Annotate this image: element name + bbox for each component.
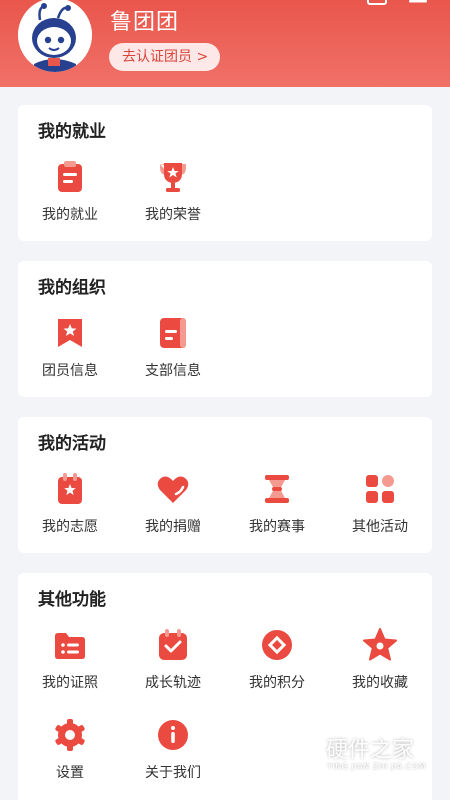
donation-label: 我的捐赠 <box>145 519 201 535</box>
menu-icon[interactable] <box>408 0 428 6</box>
mascot-icon <box>18 0 92 72</box>
message-icon[interactable] <box>367 0 387 6</box>
verify-member-button[interactable]: 去认证团员 > <box>109 43 220 71</box>
clipboard-icon <box>58 161 82 192</box>
member-badge-icon <box>58 319 82 347</box>
profile-header: 鲁团团 去认证团员 > <box>0 0 450 87</box>
honor-item-label: 我的荣誉 <box>145 207 201 223</box>
about-label: 关于我们 <box>145 765 201 781</box>
other-activity-item[interactable]: 其他活动 <box>328 472 432 536</box>
employment-item-label: 我的就业 <box>42 207 98 223</box>
favorites-item[interactable]: 我的收藏 <box>328 628 432 692</box>
member-info-label: 团员信息 <box>42 363 98 379</box>
trophy-icon <box>160 163 186 192</box>
username: 鲁团团 <box>110 10 180 35</box>
organization-title: 我的组织 <box>38 278 106 298</box>
watermark-title: 硬件之家 <box>326 738 415 763</box>
favorites-label: 我的收藏 <box>352 675 408 691</box>
heart-icon <box>157 476 189 503</box>
certificate-item[interactable]: 我的证照 <box>18 628 122 692</box>
points-item[interactable]: 我的积分 <box>225 628 329 692</box>
about-item[interactable]: 关于我们 <box>121 718 225 782</box>
branch-document-icon <box>160 318 186 348</box>
growth-item[interactable]: 成长轨迹 <box>121 628 225 692</box>
points-icon <box>262 630 292 660</box>
contest-item[interactable]: 我的赛事 <box>225 472 329 536</box>
employment-card: 我的就业 我的就业 我的荣誉 <box>18 105 432 241</box>
watermark-logo-icon <box>283 728 321 772</box>
watermark-subtitle: YING JIAN ZHI JIA.COM <box>327 762 426 771</box>
settings-label: 设置 <box>56 765 84 781</box>
grid-icon <box>366 475 394 503</box>
contest-icon <box>265 475 289 503</box>
other-functions-title: 其他功能 <box>38 590 106 610</box>
calendar-check-icon <box>159 629 187 660</box>
branch-info-label: 支部信息 <box>145 363 201 379</box>
volunteer-label: 我的志愿 <box>42 519 98 535</box>
contest-label: 我的赛事 <box>249 519 305 535</box>
info-icon <box>158 720 188 750</box>
settings-item[interactable]: 设置 <box>18 718 122 782</box>
honor-item[interactable]: 我的荣誉 <box>121 160 225 224</box>
activity-title: 我的活动 <box>38 434 106 454</box>
volunteer-icon <box>58 473 82 504</box>
watermark: 硬件之家 YING JIAN ZHI JIA.COM <box>280 728 440 776</box>
employment-title: 我的就业 <box>38 122 106 142</box>
other-activity-label: 其他活动 <box>352 519 408 535</box>
growth-label: 成长轨迹 <box>145 675 201 691</box>
volunteer-item[interactable]: 我的志愿 <box>18 472 122 536</box>
branch-info-item[interactable]: 支部信息 <box>121 316 225 380</box>
member-info-item[interactable]: 团员信息 <box>18 316 122 380</box>
activity-card: 我的活动 我的志愿 我的捐赠 我的赛事 其他活动 <box>18 417 432 553</box>
employment-item[interactable]: 我的就业 <box>18 160 122 224</box>
certificate-folder-icon <box>55 633 85 659</box>
avatar[interactable] <box>18 0 92 72</box>
certificate-label: 我的证照 <box>42 675 98 691</box>
organization-card: 我的组织 团员信息 支部信息 <box>18 261 432 397</box>
gear-icon <box>55 719 85 751</box>
star-icon <box>363 628 397 661</box>
donation-item[interactable]: 我的捐赠 <box>121 472 225 536</box>
points-label: 我的积分 <box>249 675 305 691</box>
